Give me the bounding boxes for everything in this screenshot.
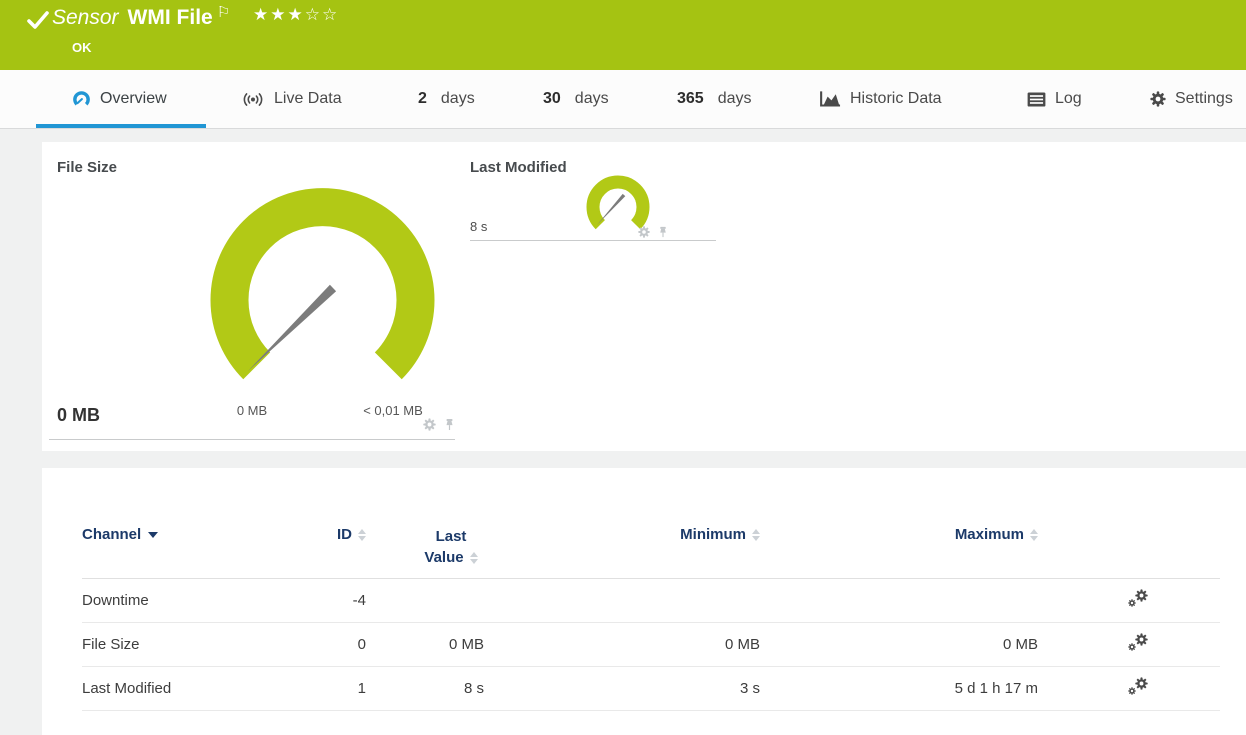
sensor-title: WMI File [127, 6, 213, 29]
gear-icon[interactable] [638, 226, 650, 238]
last-modified-gauge-title: Last Modified [470, 159, 567, 176]
tab-log[interactable]: Log [1027, 70, 1082, 128]
file-size-gauge-min-label: 0 MB [236, 403, 268, 418]
cell-minimum: 0 MB [724, 636, 760, 653]
stars-empty[interactable]: ☆☆ [305, 5, 339, 24]
active-tab-indicator [36, 124, 206, 128]
file-size-panel-divider [49, 439, 455, 440]
page-title: Sensor WMI File ⚐ [52, 4, 231, 30]
cell-maximum: 0 MB [1002, 636, 1038, 653]
cell-channel: Downtime [82, 592, 149, 609]
status-ok-check-icon [27, 11, 49, 29]
tab-log-label: Log [1055, 90, 1082, 107]
column-header-id[interactable]: ID [322, 526, 370, 543]
star-rating[interactable]: ★★★☆☆ [253, 5, 339, 25]
cell-last-value: 0 MB [448, 636, 484, 653]
tab-365-days[interactable]: 365 days [677, 70, 752, 128]
file-size-current-value: 0 MB [57, 405, 101, 425]
cell-id: 0 [357, 636, 366, 653]
tab-30-days[interactable]: 30 days [543, 70, 609, 128]
cell-maximum: 5 d 1 h 17 m [954, 680, 1038, 697]
column-header-minimum[interactable]: Minimum [510, 526, 780, 543]
table-row-last-modified: Last Modified 1 8 s 3 s 5 d 1 h 17 m [82, 667, 1220, 711]
gauges-card: File Size 0 MB < 0,01 MB 0 MB Last Modif… [42, 142, 1246, 451]
sensor-overview-page: Sensor WMI File ⚐ ★★★☆☆ OK Overview Live… [0, 0, 1246, 735]
tab-overview[interactable]: Overview [72, 70, 167, 128]
cell-last-value: 8 s [463, 680, 484, 697]
channel-settings-gears-icon[interactable] [1128, 677, 1149, 700]
sort-arrows-icon [1030, 529, 1038, 542]
table-row-downtime: Downtime -4 [82, 579, 1220, 623]
column-header-channel[interactable]: Channel [82, 526, 322, 543]
tab-settings[interactable]: Settings [1150, 70, 1233, 128]
tab-365-days-label: days [717, 90, 752, 107]
area-chart-icon [820, 91, 841, 107]
tab-2-days-label: days [440, 90, 475, 107]
column-header-last-value[interactable]: Last Value [370, 526, 510, 568]
flag-icon: ⚐ [216, 4, 231, 21]
table-row-file-size: File Size 0 0 MB 0 MB 0 MB [82, 623, 1220, 667]
sort-arrows-icon [469, 552, 478, 565]
pin-icon[interactable] [443, 418, 456, 431]
tab-365-days-number: 365 [677, 90, 704, 107]
log-list-icon [1027, 91, 1046, 107]
file-size-gauge [210, 188, 435, 380]
last-modified-panel-divider [470, 240, 716, 241]
last-modified-current-value: 8 s [470, 219, 488, 234]
cell-id: 1 [357, 680, 366, 697]
sensor-header: Sensor WMI File ⚐ ★★★☆☆ OK [0, 0, 1246, 70]
cell-channel: Last Modified [82, 680, 172, 697]
main-content: File Size 0 MB < 0,01 MB 0 MB Last Modif… [0, 129, 1246, 735]
gear-icon [1150, 91, 1166, 107]
tab-historic-data[interactable]: Historic Data [820, 70, 942, 128]
tab-settings-label: Settings [1175, 90, 1233, 107]
cell-channel: File Size [82, 636, 140, 653]
column-header-maximum[interactable]: Maximum [780, 526, 1058, 543]
channels-card: Channel ID Last Value Minimum Maximum Do… [42, 468, 1246, 735]
broadcast-icon [243, 92, 263, 106]
channel-settings-gears-icon[interactable] [1128, 633, 1149, 656]
tab-30-days-number: 30 [543, 90, 561, 107]
gear-icon[interactable] [423, 418, 436, 431]
cell-id: -4 [352, 592, 366, 609]
tab-live-data[interactable]: Live Data [241, 70, 342, 128]
tab-historic-data-label: Historic Data [850, 90, 942, 107]
sort-caret-icon [148, 532, 159, 539]
sort-arrows-icon [752, 529, 760, 542]
sort-arrows-icon [358, 529, 366, 542]
tab-2-days-number: 2 [418, 90, 427, 107]
gauge-icon [73, 90, 90, 105]
stars-filled[interactable]: ★★★ [253, 5, 305, 24]
status-badge: OK [72, 40, 92, 55]
tab-overview-label: Overview [100, 90, 167, 107]
file-size-panel-icons [423, 418, 456, 431]
file-size-gauge-max-label: < 0,01 MB [363, 403, 423, 418]
tab-live-data-label: Live Data [274, 90, 342, 107]
tab-30-days-label: days [574, 90, 609, 107]
sensor-category-label: Sensor [52, 6, 119, 29]
last-modified-panel-icons [638, 226, 669, 238]
tab-2-days[interactable]: 2 days [418, 70, 475, 128]
pin-icon[interactable] [657, 226, 669, 238]
tab-bar: Overview Live Data 2 days 30 days 365 da… [0, 70, 1246, 129]
cell-minimum: 3 s [739, 680, 760, 697]
channel-settings-gears-icon[interactable] [1128, 589, 1149, 612]
channels-table-header: Channel ID Last Value Minimum Maximum [82, 468, 1220, 579]
file-size-gauge-title: File Size [57, 159, 118, 176]
